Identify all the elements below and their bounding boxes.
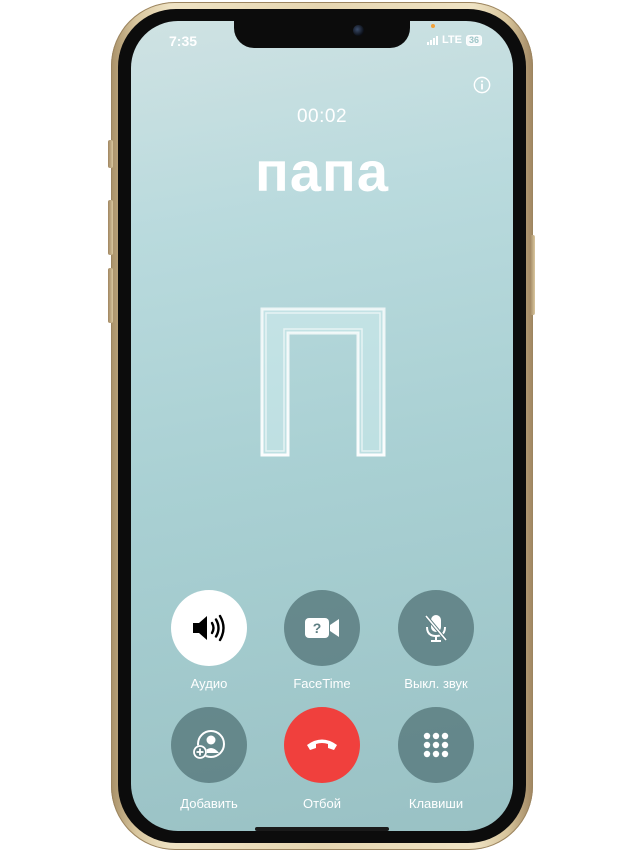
add-person-icon: [193, 730, 225, 759]
caller-name: папа: [255, 140, 389, 203]
keypad-button[interactable]: [398, 707, 474, 783]
audio-button[interactable]: [171, 590, 247, 666]
network-type: LTE: [442, 34, 462, 46]
side-button-left-3: [108, 268, 113, 323]
call-duration: 00:02: [296, 106, 348, 127]
audio-label: Аудио: [190, 676, 228, 691]
end-call-label: Отбой: [302, 796, 341, 811]
facetime-label: FaceTime: [293, 676, 351, 691]
speaker-icon: [193, 614, 225, 642]
front-camera: [353, 25, 364, 36]
svg-text:?: ?: [313, 620, 322, 636]
mute-button[interactable]: [398, 590, 474, 666]
notch: [234, 21, 410, 48]
add-call-label: Добавить: [180, 796, 238, 811]
keypad-icon: [423, 732, 449, 758]
status-time: 7:35: [169, 33, 198, 49]
add-call-button[interactable]: [171, 707, 247, 783]
call-screen: 7:35 LTE 36 00:02 папа Аудио ? FaceTime …: [131, 21, 513, 831]
side-button-right: [530, 235, 535, 315]
status-indicators: LTE 36: [427, 34, 482, 46]
end-call-button[interactable]: [284, 707, 360, 783]
mic-in-use-indicator: [431, 24, 435, 28]
mute-label: Выкл. звук: [404, 676, 468, 691]
info-icon[interactable]: [473, 76, 491, 94]
phone-hangup-icon: [307, 739, 337, 750]
side-button-left-2: [108, 200, 113, 255]
contact-monogram: [260, 307, 386, 457]
home-indicator[interactable]: [255, 827, 389, 831]
battery-icon: 36: [465, 34, 482, 46]
keypad-label: Клавиши: [408, 796, 464, 811]
signal-icon: [427, 35, 438, 45]
video-icon: ?: [305, 618, 339, 638]
facetime-button[interactable]: ?: [284, 590, 360, 666]
side-button-left: [108, 140, 113, 168]
microphone-slash-icon: [424, 614, 448, 642]
